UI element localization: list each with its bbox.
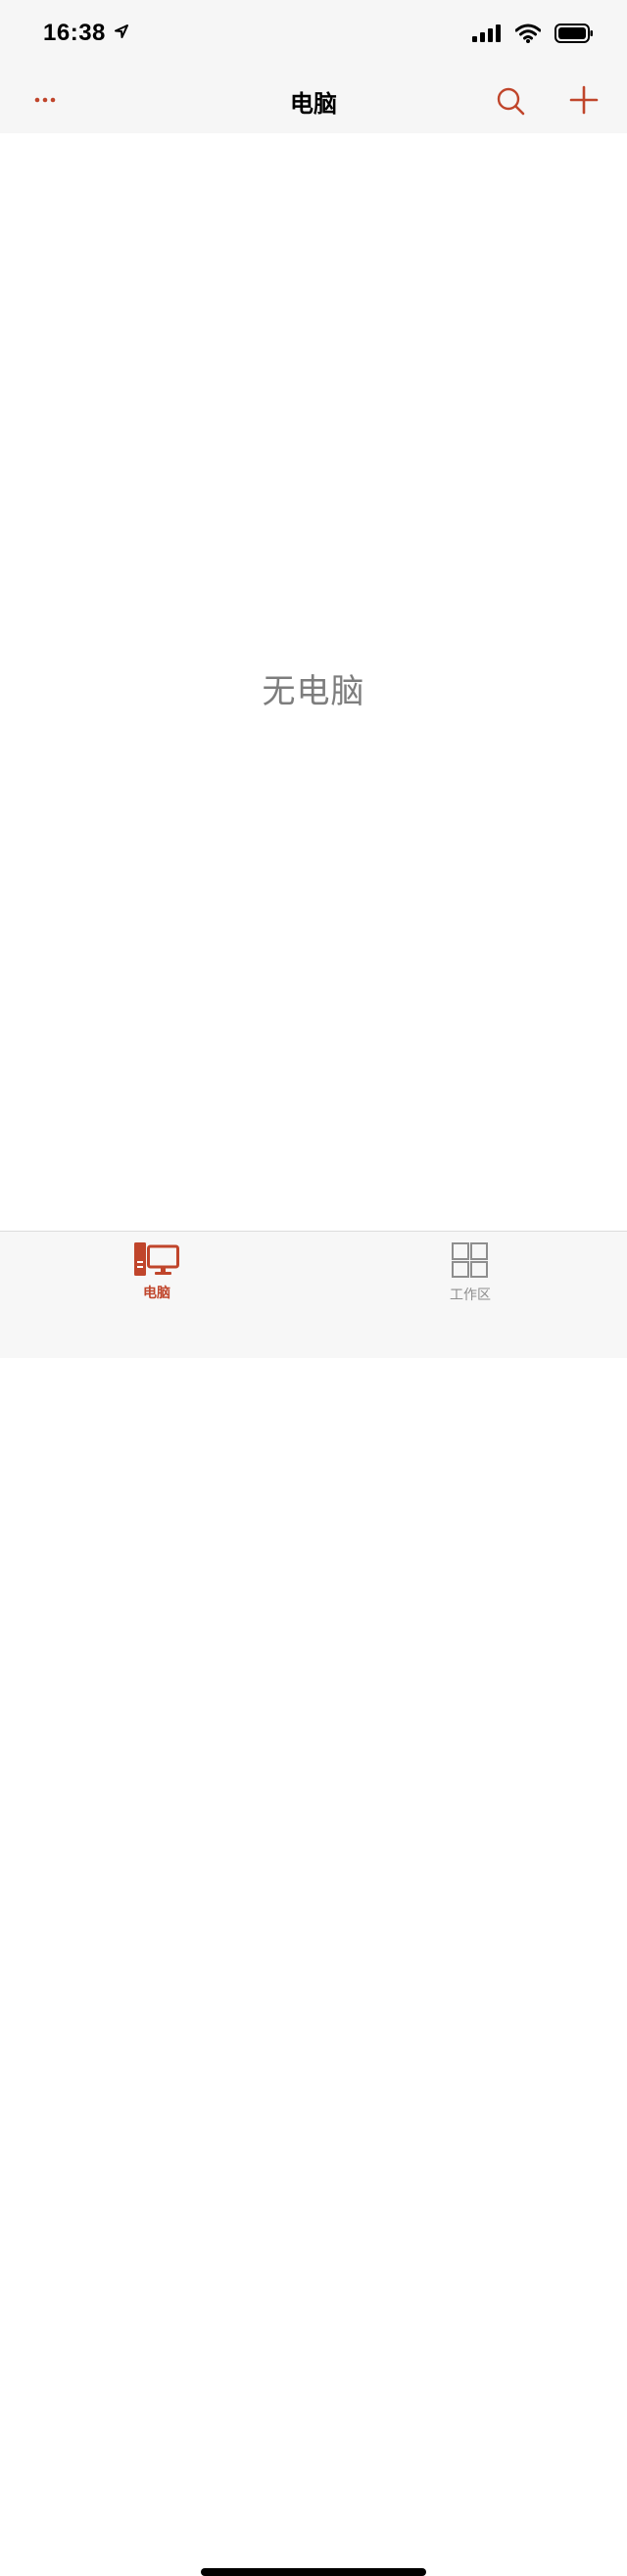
page-title: 电脑 xyxy=(290,90,337,118)
navigation-bar: 电脑 xyxy=(0,67,627,133)
desktop-computer-icon xyxy=(134,1242,179,1276)
plus-icon xyxy=(569,85,599,115)
cellular-signal-icon xyxy=(472,24,502,46)
search-button[interactable] xyxy=(494,84,527,118)
tab-workspace[interactable]: 工作区 xyxy=(411,1241,529,1310)
add-button[interactable] xyxy=(568,84,600,116)
computer-list: 无电脑 xyxy=(0,133,627,1231)
tab-computers-label: 电脑 xyxy=(143,1286,170,1301)
battery-icon xyxy=(555,24,594,47)
empty-state-message: 无电脑 xyxy=(262,672,365,711)
wifi-icon xyxy=(514,24,542,47)
status-indicators xyxy=(472,24,594,47)
status-time-group: 16:38 xyxy=(43,20,129,47)
tab-computers[interactable]: 电脑 xyxy=(98,1241,216,1310)
status-bar: 16:38 xyxy=(0,0,627,67)
status-time: 16:38 xyxy=(43,20,106,46)
location-arrow-icon xyxy=(114,24,129,43)
search-icon xyxy=(497,87,525,116)
grid-icon xyxy=(452,1242,488,1278)
tab-bar: 电脑 工作区 xyxy=(0,1231,627,2576)
home-indicator[interactable] xyxy=(201,2568,426,2576)
tab-workspace-label: 工作区 xyxy=(450,1288,491,1303)
